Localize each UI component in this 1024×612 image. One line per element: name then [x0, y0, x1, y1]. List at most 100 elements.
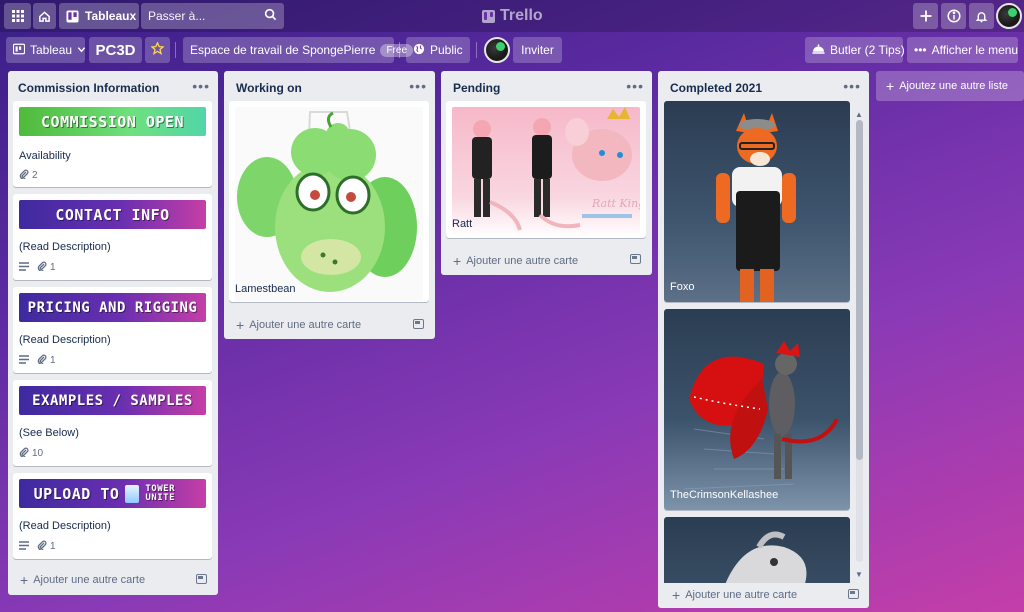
card-foxo[interactable]: Foxo	[664, 101, 850, 302]
card-badges: 1	[19, 540, 56, 553]
completed-3-artwork	[725, 531, 807, 583]
header-divider	[175, 42, 176, 58]
user-avatar[interactable]	[996, 3, 1022, 29]
apps-switcher-button[interactable]	[4, 3, 31, 29]
foxo-artwork	[716, 113, 796, 302]
add-card-label: Ajouter une autre carte	[466, 255, 579, 267]
attachment-badge: 1	[37, 354, 56, 367]
list-menu-button[interactable]: •••	[192, 78, 210, 94]
butler-label: Butler (2 Tips)	[830, 43, 905, 57]
card-title: Lamestbean	[235, 283, 296, 295]
search-input[interactable]: Passer à...	[141, 3, 284, 29]
card-examples-samples[interactable]: EXAMPLES / SAMPLES (See Below) 10	[13, 380, 212, 466]
add-list-button[interactable]: + Ajoutez une autre liste	[876, 71, 1024, 101]
trello-logo[interactable]: Trello	[482, 6, 543, 26]
add-card-button[interactable]: + Ajouter une autre carte	[453, 253, 578, 269]
card-pricing-and-rigging[interactable]: PRICING AND RIGGING (Read Description) 1	[13, 287, 212, 373]
invite-button[interactable]: Inviter	[513, 37, 562, 63]
card-cover-banner: PRICING AND RIGGING	[19, 293, 206, 322]
member-avatar[interactable]	[484, 37, 510, 63]
info-button[interactable]	[941, 3, 966, 29]
plus-icon: +	[672, 587, 681, 603]
card-availability[interactable]: COMMISSION OPEN Availability 2	[13, 101, 212, 187]
plus-icon: +	[453, 253, 462, 269]
add-card-button[interactable]: + Ajouter une autre carte	[672, 587, 797, 603]
card-template-icon[interactable]	[196, 574, 207, 584]
header-divider	[399, 42, 400, 58]
add-card-label: Ajouter une autre carte	[685, 589, 798, 601]
list-menu-button[interactable]: •••	[409, 78, 427, 94]
list-working-on[interactable]: Working on ••• Lamestbean + Ajouter une …	[224, 71, 435, 339]
paperclip-icon	[19, 447, 29, 460]
card-upload-to-tower-unite[interactable]: UPLOAD TO TOWER UNITE (Read Description)…	[13, 473, 212, 559]
card-ratt[interactable]: Ratt King Ratt	[446, 101, 646, 238]
cover-text: UPLOAD TO	[33, 484, 120, 503]
card-lamestbean[interactable]: Lamestbean	[229, 101, 429, 302]
create-button[interactable]	[913, 3, 938, 29]
visibility-button[interactable]: Public	[406, 37, 470, 63]
add-card-button[interactable]: + Ajouter une autre carte	[236, 317, 361, 333]
bell-icon	[975, 10, 988, 23]
show-menu-button[interactable]: ••• Afficher le menu	[907, 37, 1018, 63]
attachment-count: 2	[32, 170, 38, 181]
trello-logo-text: Trello	[500, 7, 543, 24]
card-badges: 2	[19, 169, 38, 182]
attachment-badge: 10	[19, 447, 43, 460]
add-card-button[interactable]: + Ajouter une autre carte	[20, 572, 145, 588]
card-template-icon[interactable]	[413, 319, 424, 329]
trello-logo-icon	[482, 9, 495, 23]
card-badges: 10	[19, 447, 43, 460]
card-thecrimsonkellashee[interactable]: TheCrimsonKellashee	[664, 309, 850, 510]
list-menu-button[interactable]: •••	[843, 78, 861, 94]
list-cards-scroll-area[interactable]: Foxo TheCrimsonKellashee	[658, 101, 854, 583]
paperclip-icon	[19, 169, 29, 182]
plus-icon: +	[886, 78, 895, 94]
card-template-icon[interactable]	[848, 589, 859, 599]
board-view-label: Tableau	[30, 43, 73, 57]
list-title[interactable]: Completed 2021	[670, 81, 762, 95]
card-completed-3[interactable]	[664, 517, 850, 583]
list-title[interactable]: Pending	[453, 81, 500, 95]
scroll-down-arrow-icon[interactable]: ▼	[855, 570, 863, 579]
card-title: (Read Description)	[19, 520, 111, 532]
card-title: TheCrimsonKellashee	[670, 489, 779, 501]
butler-button[interactable]: Butler (2 Tips)	[805, 37, 905, 63]
paperclip-icon	[37, 354, 47, 367]
list-commission-information[interactable]: Commission Information ••• COMMISSION OP…	[8, 71, 218, 595]
card-badges: 1	[19, 354, 56, 367]
grid-icon	[11, 10, 24, 22]
card-cover-image	[664, 101, 850, 302]
scrollbar-thumb[interactable]	[856, 120, 863, 460]
crimson-kellashee-artwork	[683, 341, 839, 490]
home-button[interactable]	[33, 3, 56, 29]
attachment-badge: 1	[37, 540, 56, 553]
info-icon	[946, 9, 961, 23]
attachment-count: 1	[50, 355, 56, 366]
notifications-button[interactable]	[969, 3, 994, 29]
tower-unite-logo-icon	[125, 484, 140, 503]
workspace-button[interactable]: Espace de travail de SpongePierre Free	[183, 37, 414, 63]
card-contact-info[interactable]: CONTACT INFO (Read Description) 1	[13, 194, 212, 280]
invite-label: Inviter	[521, 43, 554, 57]
description-icon	[19, 354, 29, 367]
card-cover-image	[664, 517, 850, 583]
list-title[interactable]: Working on	[236, 81, 302, 95]
description-badge	[19, 261, 29, 274]
card-cover-banner: UPLOAD TO TOWER UNITE	[19, 479, 206, 508]
ratt-art-caption: Ratt King	[591, 197, 640, 210]
card-template-icon[interactable]	[630, 254, 641, 264]
list-scrollbar[interactable]: ▲ ▼	[854, 110, 864, 582]
list-title[interactable]: Commission Information	[18, 81, 159, 95]
description-icon	[19, 540, 29, 553]
list-pending[interactable]: Pending ••• Ratt King Ratt + Ajouter une…	[441, 71, 652, 275]
star-board-button[interactable]	[145, 37, 170, 63]
boards-button[interactable]: Tableaux	[59, 3, 139, 29]
card-title: (Read Description)	[19, 334, 111, 346]
search-placeholder: Passer à...	[148, 9, 206, 23]
board-name-button[interactable]: PC3D	[89, 37, 142, 63]
board-view-switcher[interactable]: Tableau	[6, 37, 86, 63]
list-completed-2021[interactable]: Completed 2021 ••• Foxo TheCrimsonKellas…	[658, 71, 869, 608]
list-menu-button[interactable]: •••	[626, 78, 644, 94]
star-icon	[150, 41, 165, 58]
scroll-up-arrow-icon[interactable]: ▲	[855, 110, 863, 119]
